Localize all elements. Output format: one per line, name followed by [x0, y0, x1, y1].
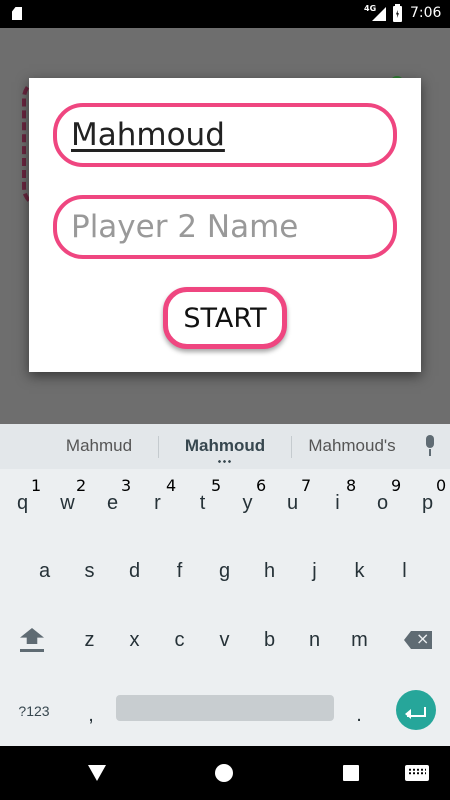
- key-z[interactable]: z: [67, 611, 112, 669]
- more-suggestions-icon[interactable]: [217, 460, 233, 463]
- suggestion-strip: Mahmud Mahmoud Mahmoud's: [0, 424, 450, 469]
- key-g[interactable]: g: [202, 542, 247, 600]
- key-d[interactable]: d: [112, 542, 157, 600]
- key-r[interactable]: r: [135, 474, 180, 532]
- key-i[interactable]: i: [315, 474, 360, 532]
- key-m[interactable]: m: [337, 611, 382, 669]
- key-j[interactable]: j: [292, 542, 337, 600]
- key-u[interactable]: u: [270, 474, 315, 532]
- player1-name-input[interactable]: [53, 103, 397, 167]
- key-w[interactable]: w: [45, 474, 90, 532]
- key-c[interactable]: c: [157, 611, 202, 669]
- key-h[interactable]: h: [247, 542, 292, 600]
- status-bar: 4G 7:06: [0, 0, 450, 28]
- key-q[interactable]: q: [0, 474, 45, 532]
- key-b[interactable]: b: [247, 611, 292, 669]
- key-k[interactable]: k: [337, 542, 382, 600]
- player2-name-input[interactable]: [53, 195, 397, 259]
- microphone-icon[interactable]: [423, 435, 437, 457]
- network-type: 4G: [364, 4, 377, 13]
- key-l[interactable]: l: [382, 542, 427, 600]
- recents-icon[interactable]: [343, 765, 359, 781]
- suggestion-divider: [158, 436, 159, 458]
- start-button[interactable]: START: [163, 287, 287, 349]
- keyboard-switch-icon[interactable]: [405, 765, 429, 781]
- navigation-bar: [0, 746, 450, 800]
- key-f[interactable]: f: [157, 542, 202, 600]
- key-v[interactable]: v: [202, 611, 247, 669]
- back-icon[interactable]: [88, 765, 106, 781]
- key-x[interactable]: x: [112, 611, 157, 669]
- key-e[interactable]: e: [90, 474, 135, 532]
- suggestion-3[interactable]: Mahmoud's: [293, 436, 411, 456]
- key-t[interactable]: t: [180, 474, 225, 532]
- shift-key-icon[interactable]: [18, 628, 46, 652]
- comma-key[interactable]: ,: [76, 686, 106, 744]
- battery-charging-icon: [393, 4, 402, 22]
- key-n[interactable]: n: [292, 611, 337, 669]
- symbols-key[interactable]: ?123: [10, 696, 58, 726]
- period-key[interactable]: .: [344, 686, 374, 744]
- key-a[interactable]: a: [22, 542, 67, 600]
- suggestion-divider: [291, 436, 292, 458]
- space-bar[interactable]: [116, 695, 334, 721]
- enter-key-icon[interactable]: [396, 690, 436, 730]
- home-icon[interactable]: [215, 764, 233, 782]
- key-y[interactable]: y: [225, 474, 270, 532]
- suggestion-1[interactable]: Mahmud: [40, 436, 158, 456]
- clock: 7:06: [410, 5, 442, 21]
- key-p[interactable]: p: [405, 474, 450, 532]
- sd-card-icon: [12, 7, 22, 20]
- key-o[interactable]: o: [360, 474, 405, 532]
- player-names-dialog: START: [29, 78, 421, 372]
- key-s[interactable]: s: [67, 542, 112, 600]
- suggestion-2[interactable]: Mahmoud: [160, 436, 290, 456]
